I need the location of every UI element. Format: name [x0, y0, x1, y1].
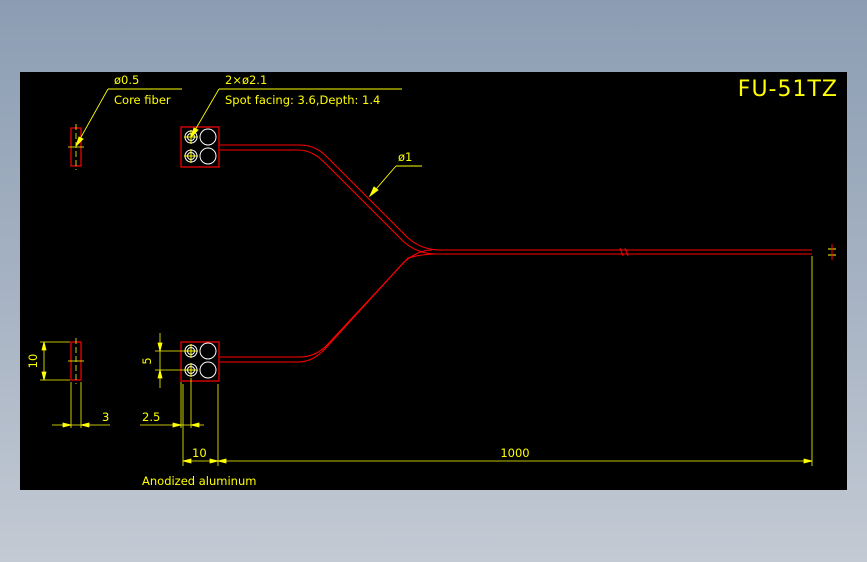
fiber-break-mark [619, 247, 629, 257]
dim-head-10-label: 10 [192, 446, 207, 460]
fiber-dia-leader [368, 165, 422, 198]
dim-width-3-label: 3 [102, 410, 109, 424]
fiber-end-mark [828, 244, 836, 260]
hole-count-label: 2×ø2.1 [225, 73, 267, 87]
dim-length [182, 256, 813, 466]
dim-height-10 [40, 341, 70, 381]
fiber-cable [220, 144, 812, 363]
core-fiber-label: Core fiber [114, 93, 171, 107]
dim-pitch-5-label: 5 [140, 357, 154, 364]
cad-drawing-viewport[interactable]: FU-51TZ ø0.5 Core fiber 2×ø2.1 Spot faci… [20, 72, 847, 490]
core-fiber-dia-label: ø0.5 [114, 73, 139, 87]
hole-icon [184, 128, 217, 165]
spot-facing-label: Spot facing: 3.6,Depth: 1.4 [225, 93, 380, 107]
end-view-top [68, 124, 84, 170]
drawing-title: FU-51TZ [738, 77, 838, 102]
head-bottom [180, 341, 220, 382]
cad-drawing-canvas: FU-51TZ ø0.5 Core fiber 2×ø2.1 Spot faci… [26, 73, 838, 488]
end-view-bottom [68, 338, 84, 384]
dim-offset-2-5-label: 2.5 [142, 410, 160, 424]
fiber-dia-label: ø1 [398, 150, 412, 164]
head-top [180, 126, 220, 168]
hole-icon [184, 342, 217, 379]
dim-height-10-label: 10 [26, 354, 40, 369]
dim-length-1000-label: 1000 [500, 446, 529, 460]
material-note: Anodized aluminum [142, 474, 256, 488]
